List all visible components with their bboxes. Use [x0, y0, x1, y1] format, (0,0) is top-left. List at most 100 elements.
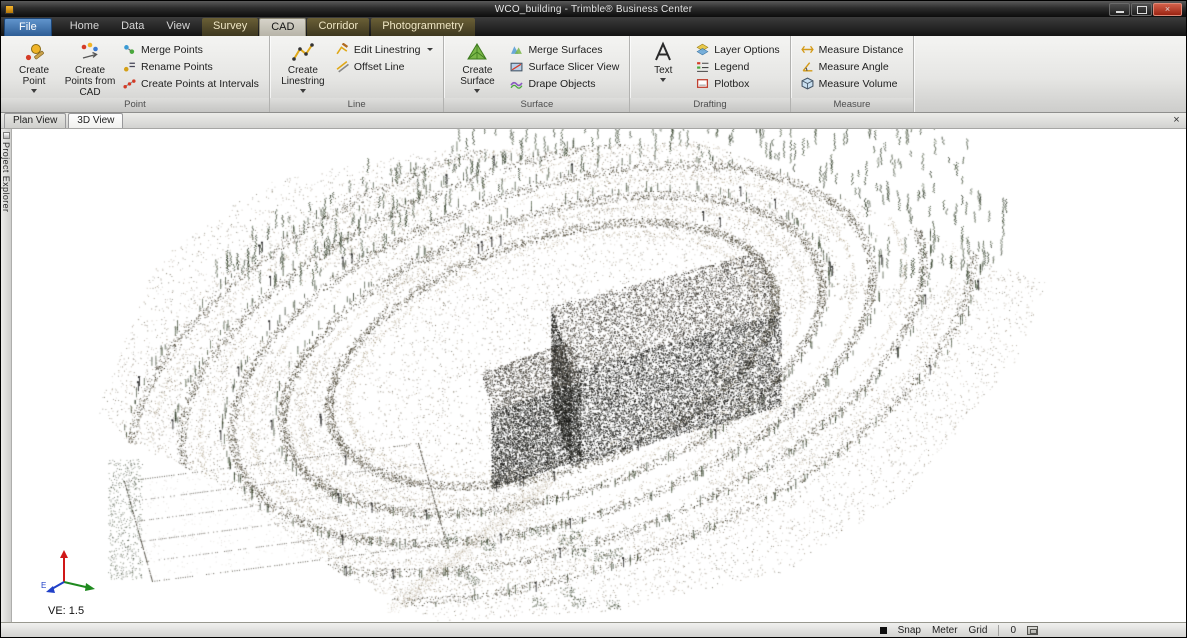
rename-points-label: Rename Points — [141, 61, 213, 73]
group-label-measure: Measure — [791, 98, 914, 112]
create-points-from-cad-label: Create Points from CAD — [64, 65, 116, 98]
create-points-at-intervals-button[interactable]: Create Points at Intervals — [118, 75, 264, 92]
measure-distance-button[interactable]: Measure Distance — [796, 41, 909, 58]
status-bar: Snap Meter Grid 0 — [1, 622, 1186, 637]
project-explorer-label: Project Explorer — [1, 142, 11, 212]
tab-3d-view[interactable]: 3D View — [68, 113, 123, 128]
layout-grid-icon[interactable] — [1027, 626, 1038, 635]
layer-options-label: Layer Options — [714, 44, 779, 56]
status-separator — [998, 625, 999, 636]
measure-volume-button[interactable]: Measure Volume — [796, 75, 909, 92]
drape-objects-label: Drape Objects — [528, 78, 595, 90]
vertical-exaggeration-label: VE: 1.5 — [48, 605, 84, 617]
edit-linestring-button[interactable]: Edit Linestring — [331, 41, 439, 58]
meter-toggle[interactable]: Meter — [932, 625, 958, 636]
group-label-drafting: Drafting — [630, 98, 789, 112]
create-points-from-cad-button[interactable]: Create Points from CAD — [62, 39, 118, 98]
create-points-from-cad-icon — [79, 41, 101, 63]
grid-toggle[interactable]: Grid — [969, 625, 988, 636]
tab-cad[interactable]: CAD — [259, 18, 306, 36]
drape-objects-icon — [510, 77, 523, 90]
project-explorer-tab[interactable]: Project Explorer — [1, 129, 12, 622]
project-explorer-icon — [3, 132, 10, 139]
measure-volume-label: Measure Volume — [819, 78, 898, 90]
status-square-icon — [880, 627, 887, 634]
merge-surfaces-button[interactable]: Merge Surfaces — [505, 41, 624, 58]
ribbon-group-measure: Measure Distance Measure Angle Measure V… — [791, 36, 915, 112]
create-surface-label: Create Surface — [451, 65, 503, 87]
tab-survey[interactable]: Survey — [202, 18, 258, 36]
view-tab-strip: Plan View 3D View × — [1, 113, 1186, 129]
rename-points-button[interactable]: Rename Points — [118, 58, 264, 75]
window-title: WCO_building - Trimble® Business Center — [1, 4, 1186, 15]
measure-angle-button[interactable]: Measure Angle — [796, 58, 909, 75]
edit-linestring-icon — [336, 43, 349, 56]
tab-corridor[interactable]: Corridor — [307, 18, 369, 36]
text-icon — [652, 41, 674, 63]
minimize-button[interactable] — [1109, 3, 1130, 16]
surface-slicer-view-button[interactable]: Surface Slicer View — [505, 58, 624, 75]
axis-gizmo: E — [40, 546, 102, 598]
create-point-icon — [23, 41, 45, 63]
legend-icon — [696, 60, 709, 73]
offset-line-label: Offset Line — [354, 61, 405, 73]
gizmo-axis-label: E — [41, 581, 46, 590]
snap-toggle[interactable]: Snap — [898, 625, 921, 636]
text-label: Text — [654, 65, 672, 76]
offset-line-button[interactable]: Offset Line — [331, 58, 439, 75]
group-label-point: Point — [1, 98, 269, 112]
ribbon-group-line: Create Linestring Edit Linestring Offset… — [270, 36, 445, 112]
plotbox-button[interactable]: Plotbox — [691, 75, 784, 92]
tab-file[interactable]: File — [4, 18, 52, 36]
tab-home[interactable]: Home — [59, 18, 110, 36]
maximize-button[interactable] — [1131, 3, 1152, 16]
create-surface-icon — [466, 41, 488, 63]
ribbon-group-point: Create Point Create Points from CAD Merg… — [1, 36, 270, 112]
create-points-at-intervals-label: Create Points at Intervals — [141, 78, 259, 90]
close-button[interactable]: × — [1153, 3, 1182, 16]
dropdown-caret-icon — [474, 89, 480, 93]
layer-options-button[interactable]: Layer Options — [691, 41, 784, 58]
create-linestring-button[interactable]: Create Linestring — [275, 39, 331, 93]
create-linestring-icon — [292, 41, 314, 63]
surface-slicer-view-label: Surface Slicer View — [528, 61, 619, 73]
ribbon-group-surface: Create Surface Merge Surfaces Surface Sl… — [444, 36, 630, 112]
offset-line-icon — [336, 60, 349, 73]
ribbon-tab-row: File Home Data View Survey CAD Corridor … — [1, 17, 1186, 36]
merge-points-label: Merge Points — [141, 44, 203, 56]
measure-angle-icon — [801, 60, 814, 73]
create-points-at-intervals-icon — [123, 77, 136, 90]
text-button[interactable]: Text — [635, 39, 691, 82]
point-cloud-canvas[interactable] — [12, 129, 1186, 622]
legend-button[interactable]: Legend — [691, 58, 784, 75]
status-value: 0 — [1010, 625, 1016, 636]
dropdown-caret-icon — [31, 89, 37, 93]
tab-view[interactable]: View — [155, 18, 201, 36]
group-label-line: Line — [270, 98, 444, 112]
tab-data[interactable]: Data — [110, 18, 155, 36]
merge-points-button[interactable]: Merge Points — [118, 41, 264, 58]
measure-angle-label: Measure Angle — [819, 61, 889, 73]
measure-distance-label: Measure Distance — [819, 44, 904, 56]
tab-plan-view[interactable]: Plan View — [4, 113, 66, 128]
merge-surfaces-label: Merge Surfaces — [528, 44, 602, 56]
measure-distance-icon — [801, 43, 814, 56]
tab-photogrammetry[interactable]: Photogrammetry — [371, 18, 474, 36]
titlebar: WCO_building - Trimble® Business Center … — [1, 1, 1186, 17]
main-area: Project Explorer E VE: 1.5 — [1, 129, 1186, 622]
3d-viewport: E VE: 1.5 — [12, 129, 1186, 622]
merge-surfaces-icon — [510, 43, 523, 56]
create-surface-button[interactable]: Create Surface — [449, 39, 505, 93]
view-close-button[interactable]: × — [1170, 114, 1183, 127]
drape-objects-button[interactable]: Drape Objects — [505, 75, 624, 92]
ribbon-group-drafting: Text Layer Options Legend Plotbox — [630, 36, 790, 112]
measure-volume-icon — [801, 77, 814, 90]
surface-slicer-view-icon — [510, 60, 523, 73]
plotbox-label: Plotbox — [714, 78, 749, 90]
create-linestring-label: Create Linestring — [277, 65, 329, 87]
group-label-surface: Surface — [444, 98, 629, 112]
legend-label: Legend — [714, 61, 749, 73]
dropdown-caret-icon — [300, 89, 306, 93]
create-point-button[interactable]: Create Point — [6, 39, 62, 93]
merge-points-icon — [123, 43, 136, 56]
